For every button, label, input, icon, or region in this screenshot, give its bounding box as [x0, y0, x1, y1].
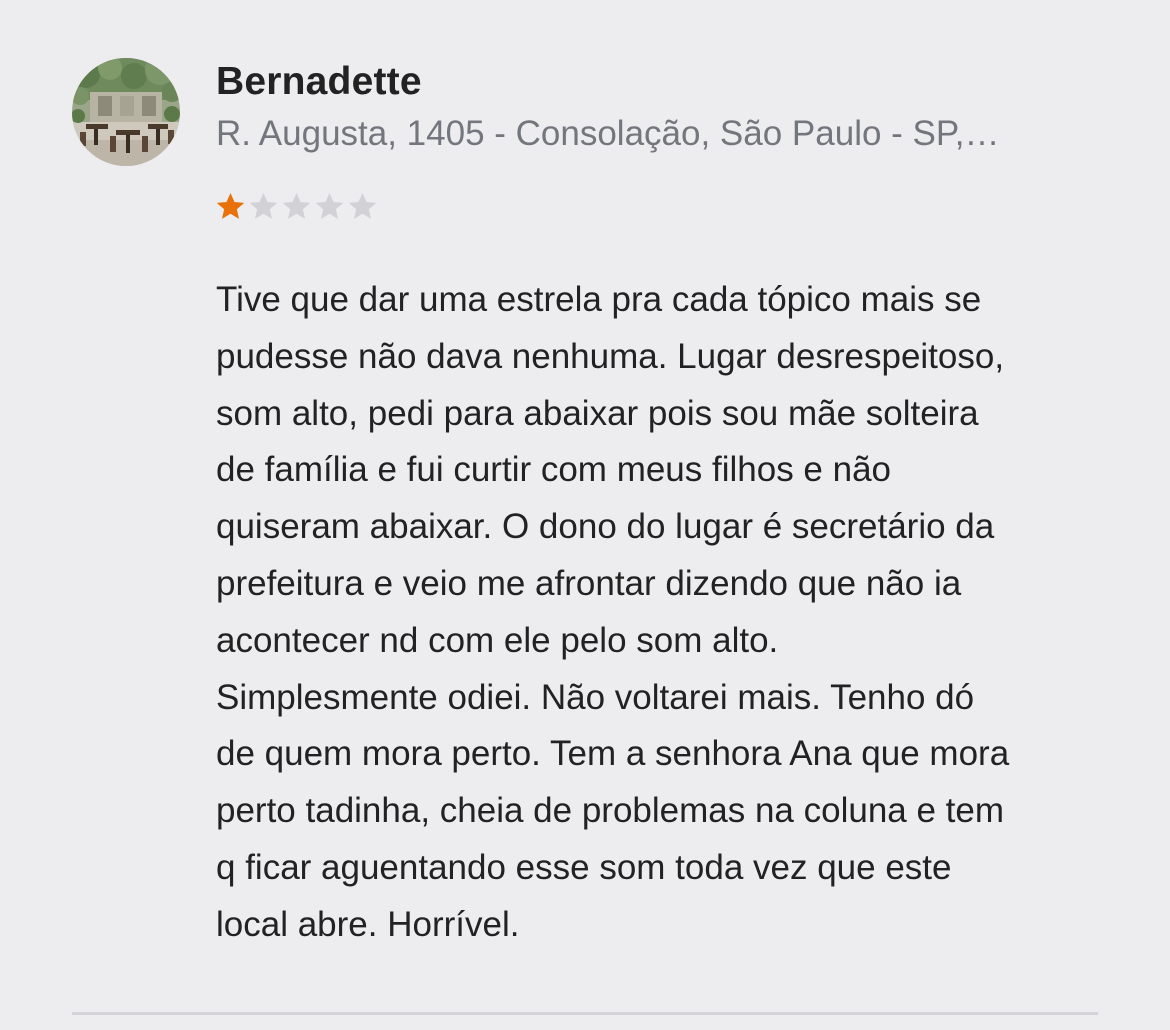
reviewer-name[interactable]: Bernadette	[216, 60, 422, 104]
star-empty-icon	[315, 192, 344, 219]
review-card: Bernadette R. Augusta, 1405 - Consolação…	[0, 0, 1170, 1030]
place-address: R. Augusta, 1405 - Consolação, São Paulo…	[216, 114, 1000, 153]
restaurant-photo-avatar-icon	[72, 58, 180, 166]
star-rating	[214, 188, 379, 224]
star-empty-icon	[282, 192, 311, 219]
review-text: Tive que dar uma estrela pra cada tópico…	[216, 280, 1010, 944]
star-empty-icon	[348, 192, 377, 219]
divider	[72, 1012, 1098, 1015]
avatar[interactable]	[72, 58, 180, 166]
star-empty-icon	[249, 192, 278, 219]
star-filled-icon	[216, 192, 245, 219]
